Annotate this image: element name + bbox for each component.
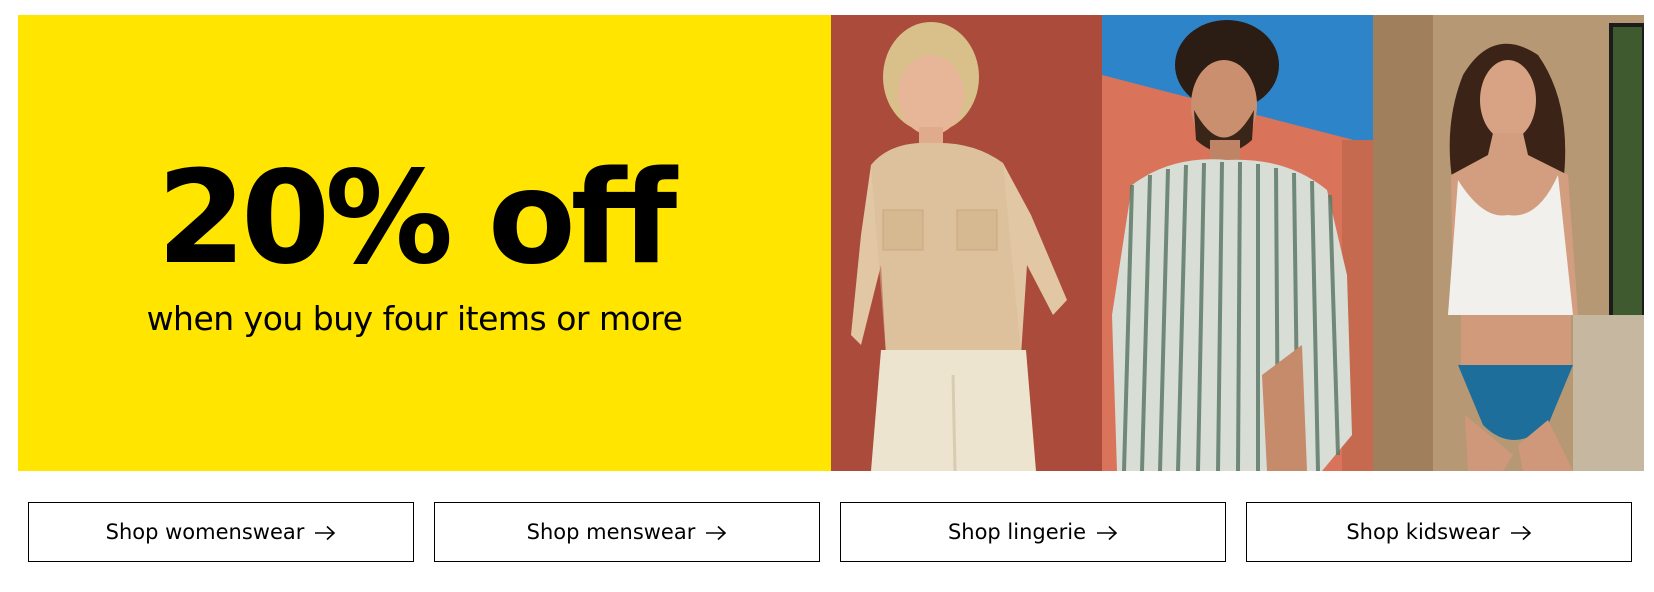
menswear-model-photo[interactable] — [1102, 15, 1373, 471]
shop-menswear-label: Shop menswear — [526, 520, 696, 544]
womenswear-model-photo[interactable] — [831, 15, 1102, 471]
arrow-right-icon — [705, 525, 727, 541]
arrow-right-icon — [314, 525, 336, 541]
promo-panel[interactable]: 20% off when you buy four items or more — [18, 15, 831, 471]
shop-womenswear-button[interactable]: Shop womenswear — [28, 502, 414, 562]
shop-menswear-button[interactable]: Shop menswear — [434, 502, 820, 562]
promo-subline: when you buy four items or more — [146, 299, 683, 338]
arrow-right-icon — [1096, 525, 1118, 541]
promo-banner[interactable]: 20% off when you buy four items or more — [18, 15, 1644, 471]
shop-kidswear-button[interactable]: Shop kidswear — [1246, 502, 1632, 562]
shop-lingerie-button[interactable]: Shop lingerie — [840, 502, 1226, 562]
model-photos — [831, 15, 1644, 471]
shop-kidswear-label: Shop kidswear — [1346, 520, 1500, 544]
arrow-right-icon — [1510, 525, 1532, 541]
shop-category-buttons: Shop womenswear Shop menswear Shop linge… — [28, 502, 1632, 562]
promo-headline: 20% off — [156, 144, 677, 293]
lingerie-model-photo[interactable] — [1373, 15, 1644, 471]
shop-lingerie-label: Shop lingerie — [947, 520, 1087, 544]
shop-womenswear-label: Shop womenswear — [105, 520, 305, 544]
